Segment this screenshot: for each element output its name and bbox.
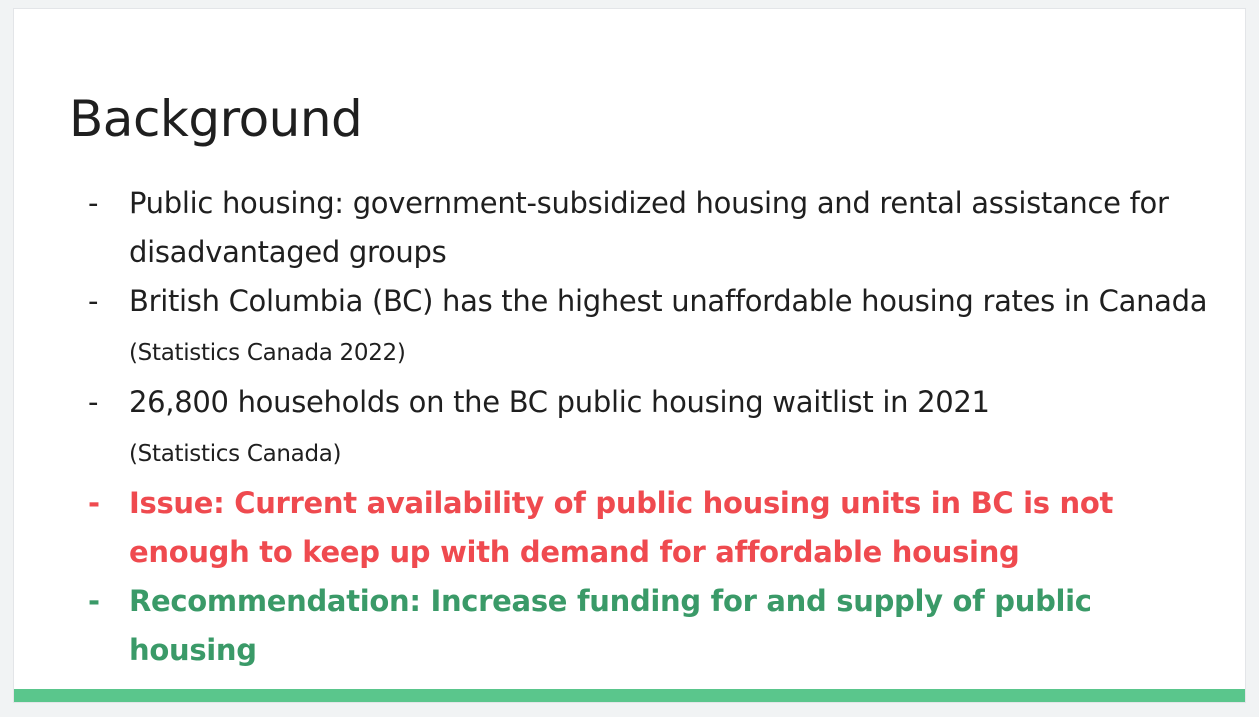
bullet-text: Issue: Current availability of public ho… xyxy=(129,486,1114,569)
bullet-issue: - Issue: Current availability of public … xyxy=(84,479,1224,577)
bullet-text: 26,800 households on the BC public housi… xyxy=(129,385,990,419)
bullet-recommendation: - Recommendation: Increase funding for a… xyxy=(84,577,1224,675)
bullet-text: Public housing: government-subsidized ho… xyxy=(129,186,1169,269)
bullet-dash: - xyxy=(88,584,100,618)
bullet-list: - Public housing: government-subsidized … xyxy=(84,179,1224,675)
slide-title: Background xyxy=(69,90,363,148)
bullet-citation: (Statistics Canada) xyxy=(129,441,342,467)
bullet-text-wrapper: 26,800 households on the BC public housi… xyxy=(129,378,1224,479)
bullet-bc-unaffordable: - British Columbia (BC) has the highest … xyxy=(84,277,1224,378)
bullet-dash: - xyxy=(88,486,100,520)
bullet-dash: - xyxy=(88,385,99,419)
bullet-citation: (Statistics Canada 2022) xyxy=(129,340,406,366)
footer-accent-bar xyxy=(14,689,1245,702)
bullet-public-housing: - Public housing: government-subsidized … xyxy=(84,179,1224,277)
bullet-dash: - xyxy=(88,186,99,220)
bullet-dash: - xyxy=(88,284,99,318)
slide: Background - Public housing: government-… xyxy=(14,9,1245,702)
bullet-text: British Columbia (BC) has the highest un… xyxy=(129,284,1208,318)
bullet-text: Recommendation: Increase funding for and… xyxy=(129,584,1092,667)
bullet-text-wrapper: British Columbia (BC) has the highest un… xyxy=(129,277,1224,378)
bullet-waitlist: - 26,800 households on the BC public hou… xyxy=(84,378,1224,479)
